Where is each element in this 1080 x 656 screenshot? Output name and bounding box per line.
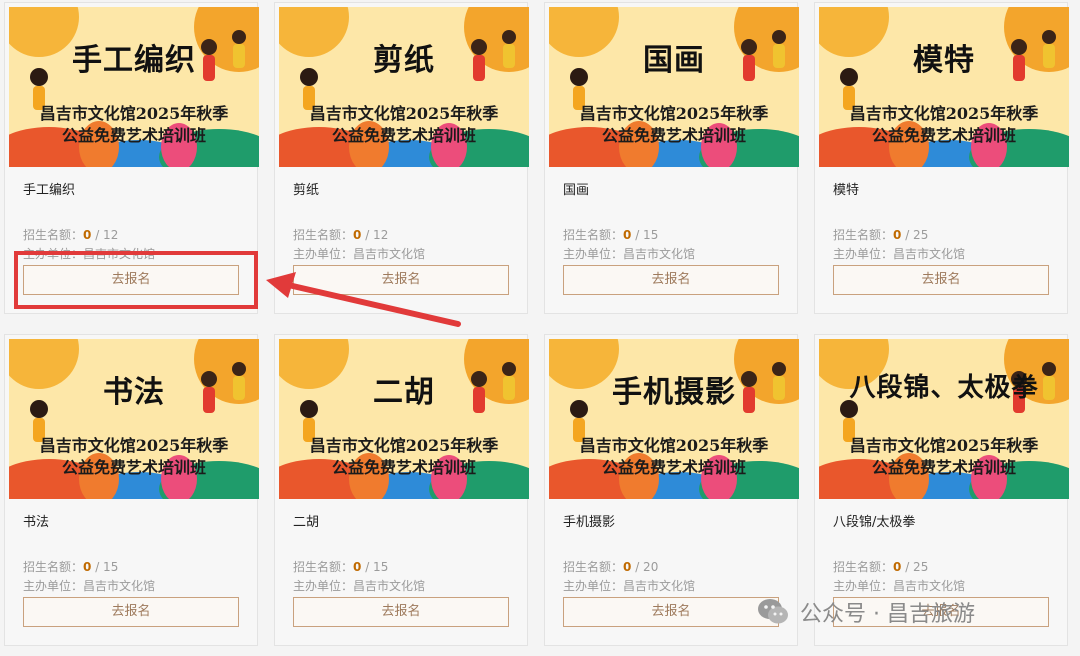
course-banner: 八段锦、太极拳 昌吉市文化馆2025年秋季 公益免费艺术培训班 (819, 339, 1069, 499)
course-card[interactable]: 剪纸 昌吉市文化馆2025年秋季 公益免费艺术培训班 剪纸 招生名额：0 / 12… (274, 2, 529, 314)
enrollment-quota: 招生名额：0 / 12 (293, 228, 389, 242)
enrollment-quota: 招生名额：0 / 25 (833, 228, 929, 242)
banner-subtitle: 昌吉市文化馆2025年秋季 公益免费艺术培训班 (309, 104, 499, 145)
banner-title: 剪纸 (373, 43, 435, 78)
red-arrow-icon (266, 272, 461, 327)
banner-title: 书法 (103, 375, 165, 410)
course-title[interactable]: 模特 (833, 179, 859, 198)
banner-subtitle: 昌吉市文化馆2025年秋季 公益免费艺术培训班 (579, 104, 769, 145)
host-unit: 主办单位：昌吉市文化馆 (563, 247, 696, 261)
host-unit: 主办单位：昌吉市文化馆 (833, 247, 966, 261)
course-title[interactable]: 手工编织 (23, 179, 75, 198)
course-banner: 剪纸 昌吉市文化馆2025年秋季 公益免费艺术培训班 (279, 7, 529, 167)
course-title[interactable]: 国画 (563, 179, 589, 198)
course-title[interactable]: 书法 (23, 511, 49, 530)
enrollment-quota: 招生名额：0 / 15 (563, 228, 659, 242)
course-card[interactable]: 国画 昌吉市文化馆2025年秋季 公益免费艺术培训班 国画 招生名额：0 / 15… (544, 2, 799, 314)
course-title[interactable]: 二胡 (293, 511, 319, 530)
course-banner: 书法 昌吉市文化馆2025年秋季 公益免费艺术培训班 (9, 339, 259, 499)
course-banner: 模特 昌吉市文化馆2025年秋季 公益免费艺术培训班 (819, 7, 1069, 167)
host-unit: 主办单位：昌吉市文化馆 (23, 579, 156, 593)
course-card[interactable]: 书法 昌吉市文化馆2025年秋季 公益免费艺术培训班 书法 招生名额：0 / 15… (4, 334, 259, 646)
banner-title: 手机摄影 (612, 375, 736, 410)
course-title[interactable]: 八段锦/太极拳 (833, 511, 915, 530)
course-title[interactable]: 剪纸 (293, 179, 319, 198)
enrollment-quota: 招生名额：0 / 15 (293, 560, 389, 574)
banner-title: 手工编织 (72, 43, 196, 78)
wechat-watermark: 公众号 · 昌吉旅游 (756, 592, 975, 632)
signup-button[interactable]: 去报名 (23, 597, 239, 627)
watermark-text: 公众号 · 昌吉旅游 (800, 602, 975, 627)
course-grid: 手工编织 昌吉市文化馆2025年秋季 公益免费艺术培训班 手工编织 招生名额：0 … (0, 0, 1080, 656)
signup-button[interactable]: 去报名 (293, 597, 509, 627)
banner-subtitle: 昌吉市文化馆2025年秋季 公益免费艺术培训班 (579, 436, 769, 477)
banner-subtitle: 昌吉市文化馆2025年秋季 公益免费艺术培训班 (849, 104, 1039, 145)
course-banner: 手机摄影 昌吉市文化馆2025年秋季 公益免费艺术培训班 (549, 339, 799, 499)
enrollment-quota: 招生名额：0 / 25 (833, 560, 929, 574)
course-banner: 二胡 昌吉市文化馆2025年秋季 公益免费艺术培训班 (279, 339, 529, 499)
host-unit: 主办单位：昌吉市文化馆 (293, 247, 426, 261)
banner-title: 八段锦、太极拳 (849, 373, 1039, 403)
course-banner: 国画 昌吉市文化馆2025年秋季 公益免费艺术培训班 (549, 7, 799, 167)
wechat-icon (758, 599, 788, 624)
enrollment-quota: 招生名额：0 / 15 (23, 560, 119, 574)
banner-subtitle: 昌吉市文化馆2025年秋季 公益免费艺术培训班 (309, 436, 499, 477)
signup-button[interactable]: 去报名 (563, 265, 779, 295)
enrollment-quota: 招生名额：0 / 12 (23, 228, 119, 242)
banner-subtitle: 昌吉市文化馆2025年秋季 公益免费艺术培训班 (39, 104, 229, 145)
banner-title: 二胡 (373, 375, 435, 410)
enrollment-quota: 招生名额：0 / 20 (563, 560, 659, 574)
banner-title: 模特 (913, 43, 975, 78)
signup-button[interactable]: 去报名 (833, 265, 1049, 295)
course-card[interactable]: 二胡 昌吉市文化馆2025年秋季 公益免费艺术培训班 二胡 招生名额：0 / 15… (274, 334, 529, 646)
host-unit: 主办单位：昌吉市文化馆 (293, 579, 426, 593)
course-title[interactable]: 手机摄影 (563, 511, 615, 530)
banner-subtitle: 昌吉市文化馆2025年秋季 公益免费艺术培训班 (849, 436, 1039, 477)
signup-button[interactable]: 去报名 (563, 597, 779, 627)
course-banner: 手工编织 昌吉市文化馆2025年秋季 公益免费艺术培训班 (9, 7, 259, 167)
course-card[interactable]: 模特 昌吉市文化馆2025年秋季 公益免费艺术培训班 模特 招生名额：0 / 25… (814, 2, 1069, 314)
host-unit: 主办单位：昌吉市文化馆 (563, 579, 696, 593)
banner-subtitle: 昌吉市文化馆2025年秋季 公益免费艺术培训班 (39, 436, 229, 477)
highlight-box (14, 251, 258, 309)
banner-title: 国画 (643, 43, 705, 78)
